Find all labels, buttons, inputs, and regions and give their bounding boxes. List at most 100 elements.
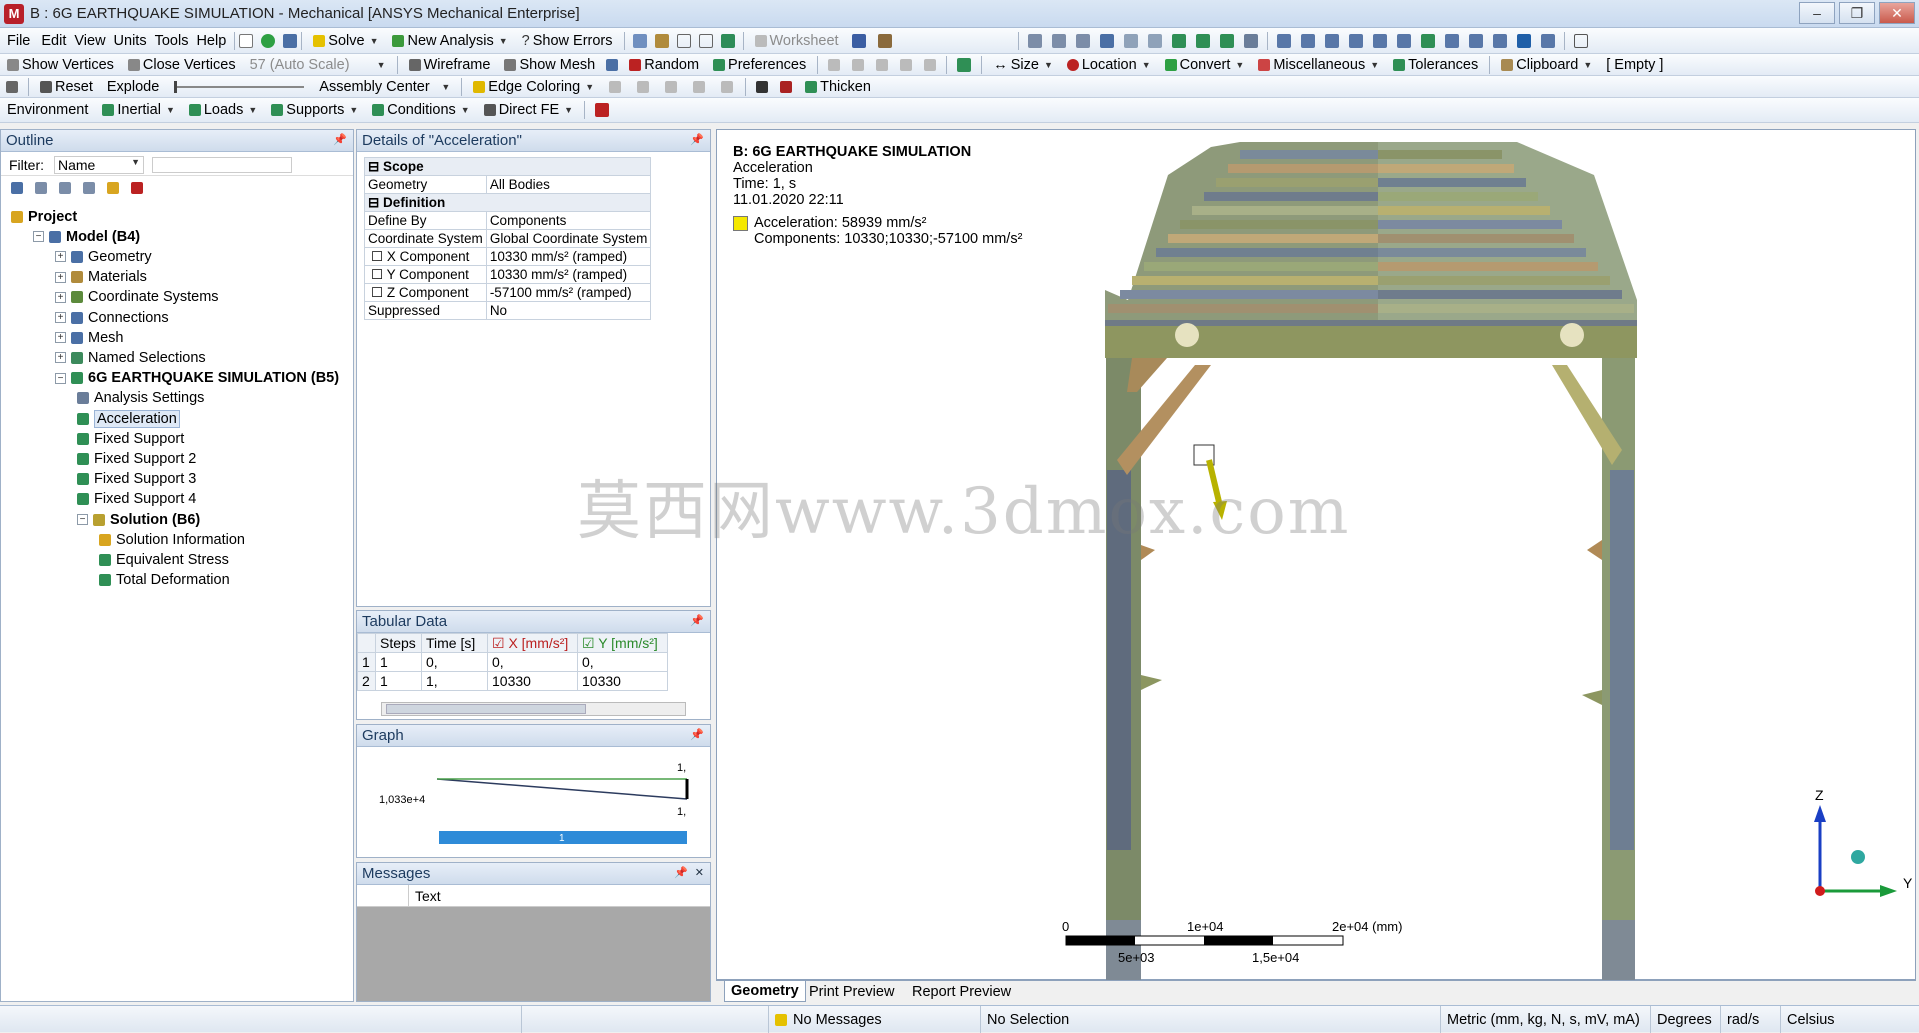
pin-icon[interactable]: 📌 bbox=[674, 866, 688, 879]
menu-file[interactable]: File bbox=[0, 28, 37, 53]
align-2-icon[interactable] bbox=[852, 58, 865, 71]
triad-iso-ball[interactable] bbox=[1851, 850, 1865, 864]
details-group[interactable]: ⊟ Scope bbox=[363, 157, 652, 176]
menu-tools[interactable]: Tools bbox=[151, 28, 193, 53]
assembly-center-dropdown[interactable]: Assembly Center ▼ bbox=[312, 76, 457, 97]
conditions-dropdown[interactable]: Conditions ▼ bbox=[365, 98, 476, 122]
direct-fe-dropdown[interactable]: Direct FE ▼ bbox=[477, 98, 580, 122]
display-icon[interactable] bbox=[1516, 33, 1531, 48]
zoom-fit-icon[interactable] bbox=[1372, 33, 1387, 48]
status-temp-units[interactable]: Celsius bbox=[1780, 1006, 1880, 1033]
loads-dropdown[interactable]: Loads ▼ bbox=[182, 98, 264, 122]
details-value[interactable]: -57100 mm/s² (ramped) bbox=[485, 283, 652, 302]
collapse-toggle-icon[interactable]: − bbox=[77, 514, 88, 525]
align-3-icon[interactable] bbox=[876, 58, 889, 71]
new-analysis-button[interactable]: New Analysis ▼ bbox=[385, 28, 514, 53]
layout-icon[interactable] bbox=[1573, 33, 1588, 48]
size-dropdown[interactable]: ↔ Size ▼ bbox=[986, 54, 1060, 75]
status-messages[interactable]: No Messages bbox=[768, 1006, 980, 1033]
details-value[interactable]: No bbox=[485, 301, 652, 320]
tabular-header-cell[interactable]: Steps bbox=[375, 633, 422, 653]
tree-node[interactable]: Fixed Support 4 bbox=[77, 491, 196, 508]
tree-node[interactable]: Acceleration bbox=[77, 409, 180, 428]
select-mode-icon[interactable] bbox=[1027, 33, 1042, 48]
edge-1-icon[interactable] bbox=[609, 80, 622, 93]
tabular-header-cell[interactable] bbox=[357, 633, 376, 653]
commands-icon[interactable] bbox=[595, 103, 610, 117]
pin-icon[interactable]: 📌 bbox=[690, 728, 704, 741]
chart-icon[interactable] bbox=[654, 33, 669, 48]
edge-2-icon[interactable] bbox=[637, 80, 650, 93]
details-value[interactable]: Components bbox=[485, 211, 652, 230]
tree-icon[interactable] bbox=[283, 33, 298, 48]
tabular-header-cell[interactable]: ☑ Y [mm/s²] bbox=[577, 633, 668, 653]
details-row[interactable]: Suppressed No bbox=[364, 301, 652, 320]
pin-icon[interactable]: 📌 bbox=[333, 133, 347, 146]
details-row[interactable]: Define By Components bbox=[364, 211, 652, 230]
tree-node[interactable]: Total Deformation bbox=[99, 572, 230, 589]
tolerances-button[interactable]: Tolerances bbox=[1386, 54, 1485, 75]
edge-coloring-dropdown[interactable]: Edge Coloring ▼ bbox=[466, 76, 601, 97]
expand-toggle-icon[interactable]: + bbox=[55, 291, 66, 303]
probe-icon[interactable] bbox=[720, 33, 735, 48]
tree-node[interactable]: Equivalent Stress bbox=[99, 551, 229, 568]
tree-node[interactable]: Project bbox=[11, 208, 77, 225]
refresh-icon[interactable] bbox=[11, 182, 23, 194]
tree-node[interactable]: + Coordinate Systems bbox=[55, 289, 219, 306]
auto-scale-dropdown[interactable]: 57 (Auto Scale) ▼ bbox=[243, 54, 393, 75]
status-angle-units[interactable]: Degrees bbox=[1650, 1006, 1720, 1033]
magnifier-icon[interactable] bbox=[1396, 33, 1411, 48]
worksheet-button[interactable]: Worksheet bbox=[748, 28, 846, 53]
details-value[interactable]: 10330 mm/s² (ramped) bbox=[485, 265, 652, 284]
details-row[interactable]: Coordinate System Global Coordinate Syste… bbox=[364, 229, 652, 248]
details-row[interactable]: ☐ X Component 10330 mm/s² (ramped) bbox=[364, 247, 652, 266]
box-zoom-icon[interactable] bbox=[1348, 33, 1363, 48]
details-row[interactable]: ☐ Y Component 10330 mm/s² (ramped) bbox=[364, 265, 652, 284]
edge-4-icon[interactable] bbox=[693, 80, 706, 93]
horizontal-scrollbar[interactable] bbox=[381, 702, 686, 716]
zoom-icon[interactable] bbox=[1324, 33, 1339, 48]
collapse-toggle-icon[interactable]: − bbox=[55, 372, 66, 384]
expand-icon[interactable] bbox=[59, 182, 71, 194]
tree-node[interactable]: + Materials bbox=[55, 269, 147, 286]
graphics-viewport[interactable]: B: 6G EARTHQUAKE SIMULATION Acceleration… bbox=[577, 129, 1916, 980]
tree-node[interactable]: − 6G EARTHQUAKE SIMULATION (B5) bbox=[55, 370, 339, 387]
check-icon[interactable] bbox=[261, 33, 276, 48]
tab-geometry[interactable]: Geometry bbox=[724, 981, 806, 1002]
vertex-icon[interactable] bbox=[1075, 33, 1090, 48]
expand-toggle-icon[interactable]: + bbox=[55, 352, 66, 364]
align-1-icon[interactable] bbox=[828, 58, 841, 71]
status-units[interactable]: Metric (mm, kg, N, s, mV, mA) bbox=[1440, 1006, 1650, 1033]
preferences-button[interactable]: Preferences bbox=[706, 54, 813, 75]
pin-tool-icon[interactable] bbox=[756, 80, 769, 93]
tree-node[interactable]: Solution Information bbox=[99, 531, 245, 548]
details-value[interactable]: 10330 mm/s² (ramped) bbox=[485, 247, 652, 266]
menu-view[interactable]: View bbox=[70, 28, 109, 53]
next-view-icon[interactable] bbox=[1492, 33, 1507, 48]
pin-icon[interactable]: 📌 bbox=[690, 614, 704, 627]
zoom-to-fit-icon[interactable] bbox=[1420, 33, 1435, 48]
magnify-window-icon[interactable] bbox=[1444, 33, 1459, 48]
collapse-icon[interactable] bbox=[35, 182, 47, 194]
point-icon[interactable] bbox=[1051, 33, 1066, 48]
expand-toggle-icon[interactable]: + bbox=[55, 312, 66, 323]
restore-button[interactable]: ❐ bbox=[1839, 2, 1875, 24]
details-row[interactable]: ☐ Z Component -57100 mm/s² (ramped) bbox=[364, 283, 652, 302]
expand-toggle-icon[interactable]: + bbox=[55, 271, 66, 283]
random-button[interactable]: Random bbox=[622, 54, 706, 75]
close-vertices-button[interactable]: Close Vertices bbox=[121, 54, 243, 75]
update-icon[interactable] bbox=[957, 57, 972, 72]
clipboard-icon[interactable] bbox=[239, 33, 254, 48]
supports-dropdown[interactable]: Supports ▼ bbox=[264, 98, 365, 122]
tree-node[interactable]: + Mesh bbox=[55, 329, 123, 346]
status-rate-units[interactable]: rad/s bbox=[1720, 1006, 1780, 1033]
star-icon[interactable] bbox=[606, 58, 619, 71]
rotate-icon[interactable] bbox=[1276, 33, 1291, 48]
tree-node[interactable]: + Named Selections bbox=[55, 349, 206, 366]
close-button[interactable]: ✕ bbox=[1879, 2, 1915, 24]
pin-icon[interactable]: 📌 bbox=[690, 133, 704, 146]
expand-toggle-icon[interactable]: + bbox=[55, 251, 66, 263]
sort-icon[interactable] bbox=[131, 182, 143, 194]
text-icon[interactable] bbox=[698, 33, 713, 48]
details-value[interactable]: All Bodies bbox=[485, 175, 652, 194]
